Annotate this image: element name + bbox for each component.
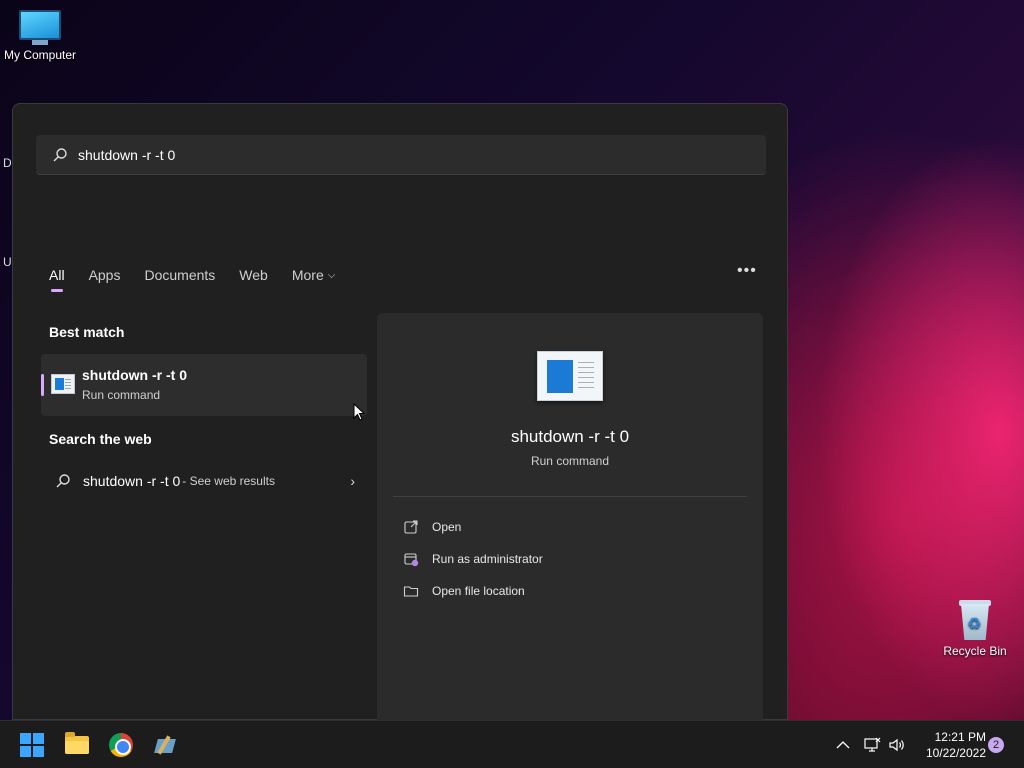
desktop-icon-recycle-bin[interactable]: ♻ Recycle Bin xyxy=(935,598,1015,658)
tab-web[interactable]: Web xyxy=(239,267,268,283)
tab-all[interactable]: All xyxy=(49,267,65,292)
search-panel: All Apps Documents Web More⌵ ••• Best ma… xyxy=(12,103,788,721)
action-open[interactable]: Open xyxy=(403,519,461,535)
clock-date: 10/22/2022 xyxy=(925,746,986,760)
desktop-icon-label: Recycle Bin xyxy=(943,644,1007,658)
tab-label: More xyxy=(291,267,324,283)
tool-app-button[interactable] xyxy=(151,731,179,759)
desktop-icon-label: My Computer xyxy=(3,48,77,62)
chevron-right-icon: › xyxy=(350,473,355,489)
search-web-heading: Search the web xyxy=(49,431,152,447)
open-external-icon xyxy=(404,520,418,534)
detail-title: shutdown -r -t 0 xyxy=(510,427,630,446)
taskbar: 12:21 PM 10/22/2022 2 xyxy=(0,720,1024,768)
tab-label: Apps xyxy=(88,267,121,283)
tab-documents[interactable]: Documents xyxy=(144,267,215,283)
tab-label: Documents xyxy=(144,267,216,283)
monitor-icon xyxy=(19,10,61,45)
ellipsis-icon[interactable]: ••• xyxy=(737,262,757,280)
detail-subtitle: Run command xyxy=(530,454,610,468)
start-icon xyxy=(20,733,44,757)
search-icon xyxy=(53,147,67,161)
best-match-result[interactable]: shutdown -r -t 0 Run command xyxy=(41,354,367,416)
network-button[interactable] xyxy=(863,721,881,768)
web-result[interactable]: shutdown -r -t 0 - See web results › xyxy=(55,469,355,493)
selection-indicator xyxy=(41,374,44,396)
chrome-icon xyxy=(109,733,133,757)
network-icon xyxy=(864,737,881,752)
notification-badge[interactable]: 2 xyxy=(988,737,1004,753)
action-label: Open xyxy=(432,520,462,534)
file-explorer-icon xyxy=(65,732,89,754)
result-title: shutdown -r -t 0 xyxy=(82,367,187,383)
search-icon xyxy=(56,474,70,488)
folder-icon xyxy=(403,586,419,597)
show-hidden-icons-button[interactable] xyxy=(836,721,850,768)
mouse-cursor-icon xyxy=(353,403,365,421)
shield-icon xyxy=(404,553,419,567)
chevron-up-icon xyxy=(836,741,850,749)
volume-button[interactable] xyxy=(888,721,906,768)
start-button[interactable] xyxy=(18,731,46,759)
chrome-button[interactable] xyxy=(107,731,135,759)
action-label: Open file location xyxy=(432,584,525,598)
chevron-down-icon: ⌵ xyxy=(327,269,336,281)
result-detail-pane: shutdown -r -t 0 Run command Open Run as… xyxy=(377,313,763,721)
recycle-bin-icon: ♻ xyxy=(957,598,993,640)
desktop-icon-my-computer[interactable]: My Computer xyxy=(0,10,80,62)
web-suffix: - See web results xyxy=(182,474,275,488)
run-command-icon xyxy=(51,374,75,394)
search-box[interactable] xyxy=(36,135,766,175)
action-run-as-administrator[interactable]: Run as administrator xyxy=(403,551,543,567)
clock-time: 12:21 PM xyxy=(934,730,986,744)
clock[interactable]: 12:21 PM 10/22/2022 xyxy=(914,729,986,761)
tab-label: All xyxy=(49,267,65,283)
tab-more[interactable]: More ⌵ xyxy=(292,267,336,283)
tab-label: Web xyxy=(239,267,268,283)
run-command-icon xyxy=(537,351,603,401)
search-input[interactable] xyxy=(78,146,718,163)
file-explorer-button[interactable] xyxy=(63,731,91,759)
result-subtitle: Run command xyxy=(82,388,161,402)
filter-tabs: All Apps Documents Web More ⌵ xyxy=(49,267,359,292)
action-label: Run as administrator xyxy=(432,552,543,566)
divider xyxy=(393,496,747,497)
best-match-heading: Best match xyxy=(49,324,125,340)
action-open-file-location[interactable]: Open file location xyxy=(403,583,525,599)
volume-icon xyxy=(889,738,904,752)
web-query: shutdown -r -t 0 xyxy=(83,473,181,489)
tool-icon xyxy=(153,733,177,757)
tab-apps[interactable]: Apps xyxy=(89,267,121,283)
